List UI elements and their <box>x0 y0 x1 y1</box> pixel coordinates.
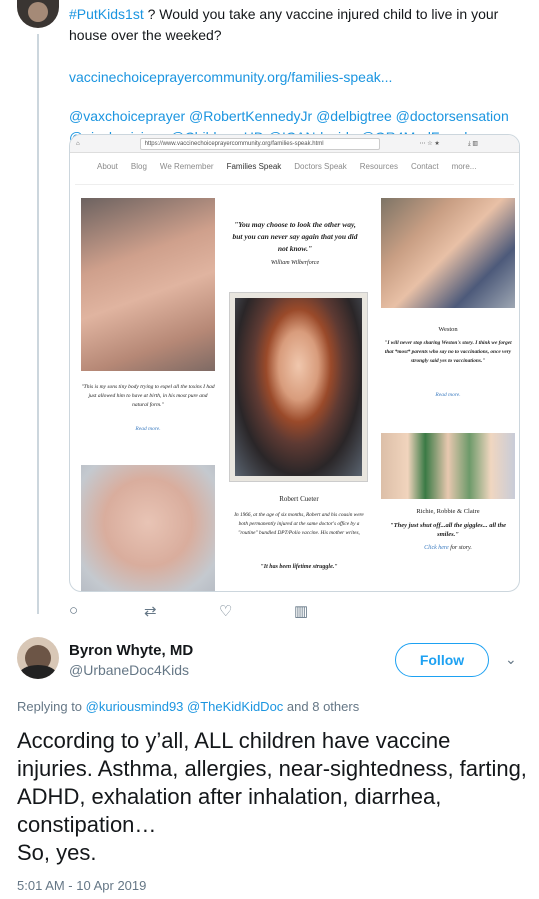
attached-image[interactable]: ⌂ https://www.vaccinechoiceprayercommuni… <box>69 134 520 592</box>
reply-icon[interactable]: ○ <box>69 602 144 620</box>
site-nav: About Blog We Remember Families Speak Do… <box>75 153 514 185</box>
right-text: "I will never stop sharing Weston's stor… <box>384 340 512 364</box>
replying-to: Replying to @kuriousmind93 @TheKidKidDoc… <box>17 699 359 714</box>
quote-text: "You may choose to look the other way, b… <box>232 220 358 253</box>
timestamp[interactable]: 5:01 AM - 10 Apr 2019 <box>17 878 146 893</box>
right2-quote: "They just shut off...all the giggles...… <box>390 522 506 538</box>
right-name: Weston <box>438 326 458 333</box>
analytics-icon[interactable]: ▥ <box>294 602 369 620</box>
browser-toolbar-icons: ⋯ ☆ ★ ⤓ ▥ <box>419 140 479 147</box>
right2-click: Click here <box>424 545 449 551</box>
url-text: https://www.vaccinechoiceprayercommunity… <box>144 140 324 147</box>
nav-blog: Blog <box>130 162 147 171</box>
photo-triplets <box>381 433 515 499</box>
thread-connector <box>37 34 39 614</box>
right2-names: Richie, Robbie & Claire <box>416 508 480 515</box>
tweet-link[interactable]: vaccinechoiceprayercommunity.org/familie… <box>69 69 392 85</box>
nav-resources: Resources <box>359 162 398 171</box>
right2-suffix: for story. <box>448 545 472 551</box>
center-quote: "It has been lifetime struggle." <box>260 564 338 570</box>
chevron-down-icon[interactable]: ⌄ <box>505 651 517 668</box>
display-name[interactable]: Byron Whyte, MD <box>69 642 193 659</box>
quote-author: William Wilberforce <box>270 260 320 266</box>
tweet-actions: ○ ⇄ ♡ ▥ <box>69 602 369 620</box>
replying-suffix[interactable]: and 8 others <box>283 699 359 714</box>
user-handle[interactable]: @UrbaneDoc4Kids <box>69 662 189 678</box>
left-caption: "This is my sons tiny body trying to exp… <box>81 384 215 408</box>
hashtag-link[interactable]: #PutKids1st <box>69 6 144 22</box>
right2-link-line: Click here for story. <box>381 544 515 553</box>
replying-prefix: Replying to <box>17 699 86 714</box>
home-icon: ⌂ <box>76 140 80 147</box>
avatar[interactable] <box>17 0 59 28</box>
center-name: Robert Cueter <box>279 495 319 503</box>
retweet-icon[interactable]: ⇄ <box>144 602 219 620</box>
tweet-text: According to y’all, ALL children have va… <box>17 728 527 865</box>
photo-weston <box>381 198 515 308</box>
nav-about: About <box>97 162 118 171</box>
photo-baby-face <box>81 465 215 591</box>
photo-robert <box>229 292 368 482</box>
nav-we-remember: We Remember <box>159 162 214 171</box>
replying-users-link[interactable]: @kuriousmind93 @TheKidKidDoc <box>86 699 284 714</box>
photo-robert-image <box>235 298 362 476</box>
follow-button[interactable]: Follow <box>395 643 489 677</box>
browser-url-bar: ⌂ https://www.vaccinechoiceprayercommuni… <box>70 135 519 153</box>
nav-more: more... <box>451 162 477 171</box>
nav-contact: Contact <box>410 162 439 171</box>
right-read-more: Read more. <box>435 392 461 398</box>
photo-baby-sleeping <box>81 198 215 371</box>
like-icon[interactable]: ♡ <box>219 602 294 620</box>
avatar[interactable] <box>17 637 59 679</box>
left-read-more: Read more. <box>135 426 161 432</box>
nav-families-speak: Families Speak <box>226 162 282 171</box>
center-text: In 1966, at the age of six months, Rober… <box>234 512 364 536</box>
nav-doctors-speak: Doctors Speak <box>294 162 347 171</box>
